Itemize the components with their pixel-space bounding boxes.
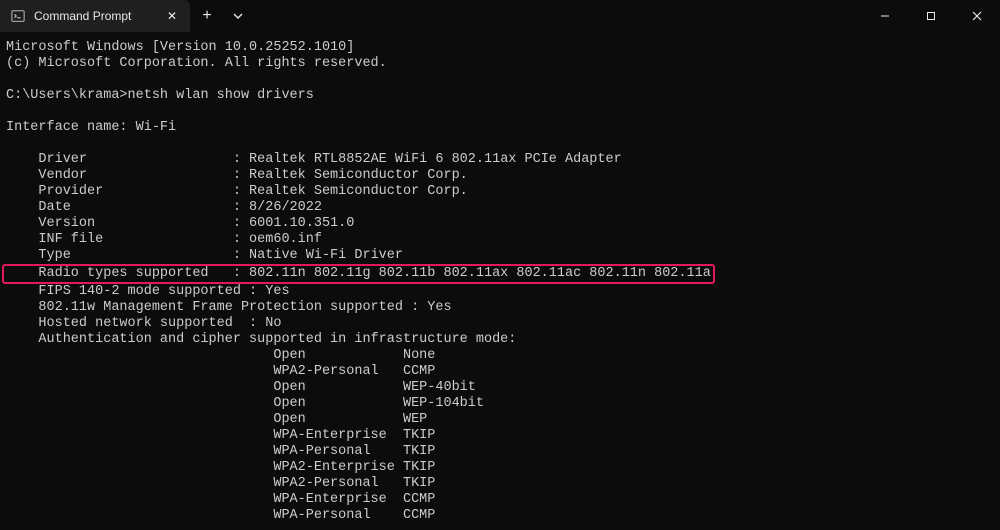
row-version-val: 6001.10.351.0 (249, 216, 354, 231)
row-auth-header: Authentication and cipher supported in i… (6, 332, 516, 347)
row-provider-key: Provider : (6, 184, 249, 199)
terminal-icon (10, 8, 26, 24)
row-date-val: 8/26/2022 (249, 200, 322, 215)
os-banner-line1: Microsoft Windows [Version 10.0.25252.10… (6, 40, 354, 55)
auth-row: WPA2-Personal CCMP (6, 364, 435, 379)
auth-row: WPA-Enterprise CCMP (6, 492, 435, 507)
row-inf-key: INF file : (6, 232, 249, 247)
os-banner-line2: (c) Microsoft Corporation. All rights re… (6, 56, 387, 71)
row-driver-key: Driver : (6, 152, 249, 167)
window-controls (862, 0, 1000, 32)
entered-command: netsh wlan show drivers (128, 88, 314, 103)
interface-name-line: Interface name: Wi-Fi (6, 120, 176, 135)
auth-row: WPA2-Personal TKIP (6, 476, 435, 491)
auth-row: WPA-Personal TKIP (6, 444, 435, 459)
terminal-output[interactable]: Microsoft Windows [Version 10.0.25252.10… (0, 32, 1000, 530)
row-mgmt-frame: 802.11w Management Frame Protection supp… (6, 300, 452, 315)
row-version-key: Version : (6, 216, 249, 231)
row-type-key: Type : (6, 248, 249, 263)
row-radio-types-highlighted: Radio types supported : 802.11n 802.11g … (2, 264, 715, 284)
auth-row: Open WEP-40bit (6, 380, 476, 395)
auth-row: Open WEP-104bit (6, 396, 484, 411)
new-tab-button[interactable]: + (190, 0, 224, 32)
row-vendor-val: Realtek Semiconductor Corp. (249, 168, 468, 183)
window-titlebar: Command Prompt ✕ + (0, 0, 1000, 32)
auth-row: WPA-Enterprise TKIP (6, 428, 435, 443)
close-window-button[interactable] (954, 0, 1000, 32)
prompt: C:\Users\krama> (6, 88, 128, 103)
titlebar-drag-area[interactable] (252, 0, 862, 32)
row-hosted-network: Hosted network supported : No (6, 316, 281, 331)
maximize-button[interactable] (908, 0, 954, 32)
row-type-val: Native Wi-Fi Driver (249, 248, 403, 263)
auth-row: WPA2-Enterprise TKIP (6, 460, 435, 475)
minimize-button[interactable] (862, 0, 908, 32)
row-vendor-key: Vendor : (6, 168, 249, 183)
row-provider-val: Realtek Semiconductor Corp. (249, 184, 468, 199)
row-date-key: Date : (6, 200, 249, 215)
tab-title: Command Prompt (34, 9, 156, 23)
row-inf-val: oem60.inf (249, 232, 322, 247)
auth-row: Open None (6, 348, 435, 363)
tab-close-button[interactable]: ✕ (164, 8, 180, 24)
tab-dropdown-button[interactable] (224, 0, 252, 32)
row-fips: FIPS 140-2 mode supported : Yes (6, 284, 290, 299)
tab-command-prompt[interactable]: Command Prompt ✕ (0, 0, 190, 32)
row-driver-val: Realtek RTL8852AE WiFi 6 802.11ax PCIe A… (249, 152, 622, 167)
auth-row: Open WEP (6, 412, 427, 427)
auth-row: WPA-Personal CCMP (6, 508, 435, 523)
